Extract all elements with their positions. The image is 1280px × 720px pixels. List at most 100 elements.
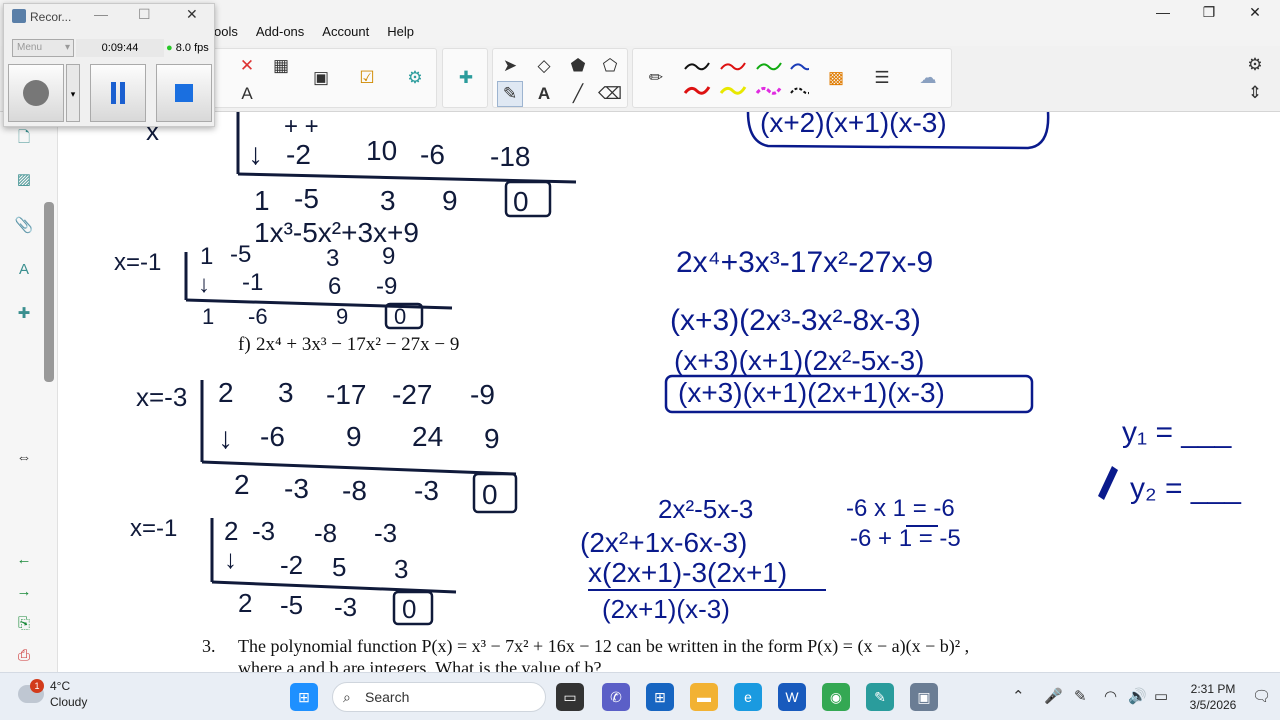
recorder-app-taskbar-icon[interactable]: ▣ xyxy=(910,683,938,711)
grouping: x(2x+1)-3(2x+1) xyxy=(588,557,787,588)
edge-browser-icon[interactable]: e xyxy=(734,683,762,711)
select-arrow-icon[interactable]: ➤ xyxy=(497,53,523,79)
y1-blank: y₁ = ___ xyxy=(1122,416,1233,449)
minimize-icon[interactable]: — xyxy=(1140,2,1186,24)
resize-horizontal-icon[interactable]: ⇔ xyxy=(12,446,36,470)
start-windows-icon[interactable]: ⊞ xyxy=(290,683,318,711)
synth3-down-arrow: ↓ xyxy=(218,422,233,455)
chrome-icon[interactable]: ◉ xyxy=(822,683,850,711)
file-explorer-icon[interactable]: ▬ xyxy=(690,683,718,711)
page-icon[interactable]: 🗋 xyxy=(12,126,36,150)
whiteboard-app-icon[interactable]: ✎ xyxy=(866,683,894,711)
clock-date: 3/5/2026 xyxy=(1189,698,1237,712)
pdf-icon[interactable]: ⎙ xyxy=(12,644,36,668)
chevron-up-icon[interactable]: ⌃ xyxy=(1012,687,1025,705)
synth1-remainder: 0 xyxy=(513,186,529,217)
table-icon[interactable]: ▦ xyxy=(268,53,294,79)
synth2-r1-0: 1 xyxy=(200,243,213,270)
synth1-down-arrow: ↓ xyxy=(248,138,263,171)
line-icon[interactable]: ╱ xyxy=(565,81,591,107)
y2-blank: y₂ = ___ xyxy=(1130,472,1242,505)
record-options-dropdown[interactable]: ▾ xyxy=(66,64,80,122)
pen-tool-icon[interactable]: ✎ xyxy=(497,81,523,107)
menu-help[interactable]: Help xyxy=(387,24,414,39)
synth3-r2-3: 9 xyxy=(484,423,500,454)
taskbar-search[interactable]: ⌕ Search xyxy=(332,682,546,712)
notifications-icon[interactable]: 🗨 xyxy=(1252,687,1271,705)
volume-icon[interactable]: 🔊 xyxy=(1128,687,1147,705)
synth1-r3-3: 9 xyxy=(442,185,458,216)
pause-icon xyxy=(111,82,125,104)
line-width-icon[interactable]: ☰ xyxy=(869,65,895,91)
task-view-icon[interactable]: ▭ xyxy=(556,683,584,711)
recorder-maximize-icon[interactable]: ☐ xyxy=(138,6,151,23)
text-style-icon[interactable]: A xyxy=(12,258,36,282)
plugin-icon[interactable]: ✚ xyxy=(12,302,36,326)
recorder-menu-label: Menu xyxy=(17,42,43,53)
menu-account[interactable]: Account xyxy=(322,24,369,39)
clock-time: 2:31 PM xyxy=(1190,682,1236,696)
menu-tools[interactable]: ools xyxy=(214,24,238,39)
system-clock[interactable]: 2:31 PM 3/5/2026 xyxy=(1176,681,1250,713)
screen-capture-icon[interactable]: ▣ xyxy=(308,65,334,91)
recorder-menu-dropdown[interactable]: Menu ▾ xyxy=(12,39,74,57)
expand-arrows-icon[interactable]: ⇕ xyxy=(1242,80,1268,106)
teams-icon[interactable]: ✆ xyxy=(602,683,630,711)
text-tool-icon[interactable]: A xyxy=(234,81,260,107)
addon-icon[interactable]: ⚙ xyxy=(402,65,428,91)
synth2-r1-1: -5 xyxy=(230,241,251,268)
record-icon xyxy=(23,80,49,106)
text-icon[interactable]: A xyxy=(531,81,557,107)
next-page-arrow-icon[interactable]: → xyxy=(12,580,36,604)
checklist-icon[interactable]: ☑ xyxy=(354,65,380,91)
pencil-icon[interactable]: ✏ xyxy=(643,65,669,91)
recorder-close-icon[interactable]: ✕ xyxy=(186,6,198,23)
synth4-down-arrow: ↓ xyxy=(224,544,237,574)
recorder-elapsed-time: 0:09:44 xyxy=(76,39,164,57)
app-window: ools Add-ons Account Help — ❐ ✕ ✕ ▦ A ▣ … xyxy=(0,0,1280,720)
battery-icon[interactable]: ▭ xyxy=(1154,687,1168,705)
color-palette-icon[interactable]: ▩ xyxy=(823,65,849,91)
problem-f-expression: 2x⁴ + 3x³ − 17x² − 27x − 9 xyxy=(256,334,459,355)
pen-color-swatches[interactable] xyxy=(679,55,809,105)
pause-button[interactable] xyxy=(90,64,146,122)
export-icon[interactable]: ⎘ xyxy=(12,612,36,636)
split-middle-term: (2x²+1x-6x-3) xyxy=(580,527,747,558)
pen-tray-icon[interactable]: ✎ xyxy=(1074,687,1087,705)
synth2-r1-3: 9 xyxy=(382,243,395,270)
chevron-down-icon: ▾ xyxy=(64,42,70,53)
store-icon[interactable]: ⊞ xyxy=(646,683,674,711)
synth1-plus-signs: + + xyxy=(284,113,319,140)
fill-icon[interactable]: ⬟ xyxy=(565,53,591,79)
shapes-icon[interactable]: ◇ xyxy=(531,53,557,79)
weather-condition: Cloudy xyxy=(50,695,88,709)
taskbar: 1 4°C Cloudy ⊞ ⌕ Search ▭ ✆ ⊞ ▬ e W ◉ ✎ … xyxy=(0,672,1280,720)
word-icon[interactable]: W xyxy=(778,683,806,711)
synth4-r1-2: -8 xyxy=(314,518,337,548)
delete-icon[interactable]: ✕ xyxy=(234,53,260,79)
record-button[interactable] xyxy=(8,64,64,122)
prev-page-arrow-icon[interactable]: ← xyxy=(12,548,36,572)
weather-widget[interactable]: 4°C Cloudy xyxy=(18,679,87,709)
puzzle-icon[interactable]: ✚ xyxy=(453,65,479,91)
eraser-icon[interactable]: ⌫ xyxy=(597,81,623,107)
whiteboard-canvas[interactable]: x + + ↓ -2 10 -6 -18 1 -5 3 9 0 1x³-5x²+… xyxy=(58,112,1280,672)
cloud-icon[interactable]: ☁ xyxy=(915,65,941,91)
recorder-minimize-icon[interactable]: — xyxy=(94,6,108,22)
synth3-r3-1: -3 xyxy=(284,473,309,504)
close-icon[interactable]: ✕ xyxy=(1232,2,1278,24)
attachment-icon[interactable]: 📎 xyxy=(12,214,36,238)
synth4-r2-2: 3 xyxy=(394,554,408,584)
wifi-icon[interactable]: ◠ xyxy=(1104,687,1117,705)
vertical-scrollbar[interactable] xyxy=(44,202,54,382)
stop-button[interactable] xyxy=(156,64,212,122)
final-factor: (2x+1)(x-3) xyxy=(602,594,730,624)
microphone-icon[interactable]: 🎤 xyxy=(1044,687,1063,705)
maximize-icon[interactable]: ❐ xyxy=(1186,2,1232,24)
paint-bucket-icon[interactable]: ⬠ xyxy=(597,53,623,79)
image-icon[interactable]: ▨ xyxy=(12,168,36,192)
synth3-r3-0: 2 xyxy=(234,469,250,500)
settings-gear-icon[interactable]: ⚙ xyxy=(1242,52,1268,78)
menu-addons[interactable]: Add-ons xyxy=(256,24,304,39)
stop-icon xyxy=(175,84,193,102)
